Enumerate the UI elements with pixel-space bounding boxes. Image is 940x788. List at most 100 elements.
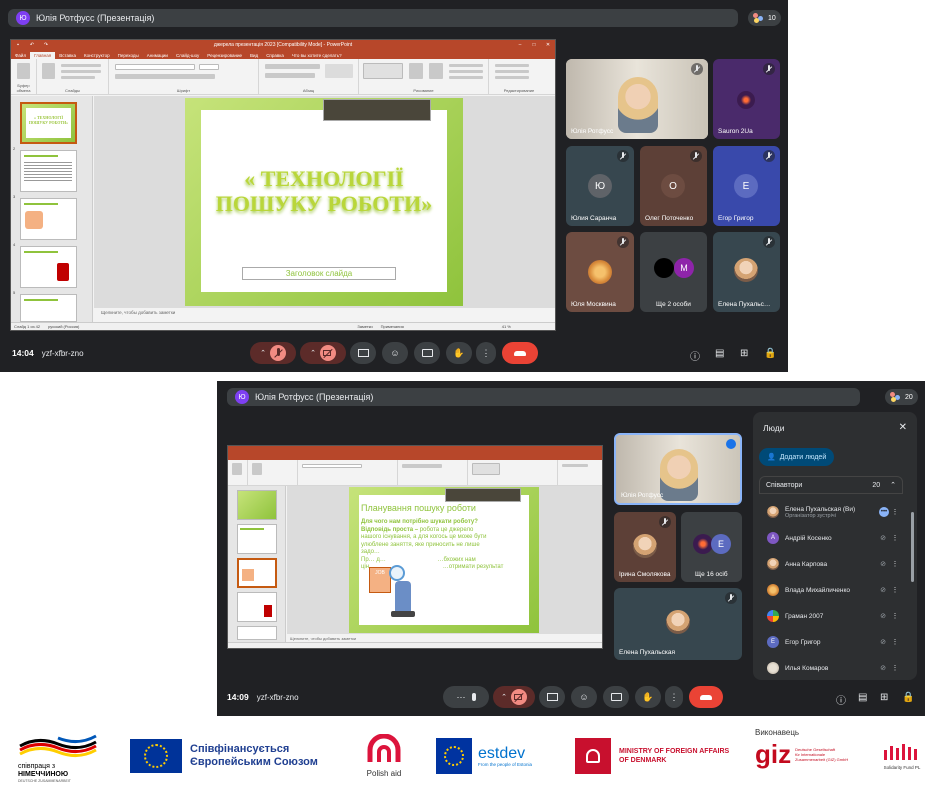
tab-home[interactable]: Главная [30,52,56,59]
captions-button[interactable] [603,686,629,708]
ribbon-group-clipboard[interactable]: Буфер обмена [11,59,37,94]
undo-icon[interactable]: ↶ [25,42,39,48]
presenter-bar[interactable]: Ю Юлія Ротфусс (Презентація) [8,9,738,27]
participant-count-chip[interactable]: 20 [885,389,918,405]
current-slide[interactable]: « ТЕХНОЛОГІЇ ПОШУКУ РОБОТИ» Заголовок сл… [185,98,463,306]
slide-thumb-5[interactable] [20,294,77,322]
slide-thumb-3[interactable] [20,198,77,240]
notes-pane[interactable]: Щелкните, чтобы добавить заметки [290,636,356,641]
slide-thumb-4[interactable] [20,246,77,288]
leave-call-button[interactable] [502,342,538,364]
slide-thumb-5[interactable] [237,626,277,640]
captions-button[interactable] [414,342,440,364]
tab-transitions[interactable]: Переходы [114,52,143,59]
ribbon-group-slides[interactable]: Слайды [37,59,109,94]
tab-review[interactable]: Рецензирование [203,52,246,59]
slide-editor[interactable]: « ТЕХНОЛОГІЇ ПОШУКУ РОБОТИ» Заголовок сл… [94,96,555,308]
activities-icon[interactable]: ⊞ [880,692,892,704]
ribbon-group-drawing[interactable]: Рисование [359,59,489,94]
tile-oleg[interactable]: О Олег Поточенко [640,146,707,226]
chat-icon[interactable]: ▤ [858,692,870,704]
tile-yulia-moskvina[interactable]: Юля Москвина [566,232,634,312]
more-vert-icon[interactable]: ⋮ [889,586,901,594]
info-icon[interactable]: ⓘ [690,348,702,363]
close-icon[interactable]: ✕ [541,42,555,48]
slide-thumb-2[interactable] [237,524,277,554]
emoji-button[interactable]: ☺ [571,686,597,708]
tile-iryna[interactable]: Ірина Смолякова [614,512,676,582]
slide-thumbnails[interactable] [228,486,286,642]
slide-thumbnails[interactable]: 1 « ТЕХНОЛОГІЇ ПОШУКУ РОБОТИ» 2 3 4 5 [11,96,93,324]
notes-pane[interactable]: Щелкните, чтобы добавить заметки [101,310,175,315]
emoji-button[interactable]: ☺ [382,342,408,364]
present-button[interactable] [539,686,565,708]
comments-button[interactable]: Примечания [381,324,404,329]
presenter-bar[interactable]: Ю Юлія Ротфусс (Презентація) [227,388,860,406]
tell-me-search[interactable]: Что вы хотите сделать? [288,52,346,59]
tab-view[interactable]: Вид [246,52,262,59]
tab-design[interactable]: Конструктор [80,52,114,59]
notes-button[interactable]: Заметки [357,324,372,329]
info-icon[interactable]: ⓘ [836,692,848,707]
more-vert-icon[interactable]: ⋮ [889,508,901,516]
tile-sauron[interactable]: Sauron 2Ua [713,59,780,139]
tile-yulia-rotfuss[interactable]: Юлія Ротфусс [614,433,742,505]
tab-animations[interactable]: Анимации [143,52,172,59]
contributors-section-header[interactable]: Співавтори 20 ⌃ [759,476,903,494]
redo-icon[interactable]: ↷ [39,42,53,48]
add-people-button[interactable]: 👤 Додати людей [759,448,835,466]
slide-thumb-4[interactable] [237,592,277,622]
more-vert-icon[interactable]: ⋮ [889,612,901,620]
tab-help[interactable]: Справка [262,52,288,59]
activities-icon[interactable]: ⊞ [740,348,752,360]
tile-yulia-sarancha[interactable]: Ю Юлия Саранча [566,146,634,226]
slide-thumb-3[interactable] [237,558,277,588]
mic-toggle-button[interactable]: ⋯ [443,686,489,708]
ribbon-group-font[interactable]: Шрифт [109,59,259,94]
close-icon[interactable]: ✕ [899,422,907,433]
participant-row[interactable]: Илья Комаров ⊘ ⋮ [759,656,903,680]
tab-insert[interactable]: Вставка [55,52,80,59]
current-slide[interactable]: Планування пошуку роботи Для чого нам по… [349,487,539,633]
save-icon[interactable]: ▪ [11,42,25,48]
leave-call-button[interactable] [689,686,723,708]
tile-more-people[interactable]: Е Ще 16 осіб [681,512,742,582]
more-vert-icon[interactable]: ⋮ [889,534,901,542]
present-button[interactable] [350,342,376,364]
participant-row[interactable]: Анна Карпова ⊘ ⋮ [759,552,903,576]
participant-row[interactable]: Влада Михайличенко ⊘ ⋮ [759,578,903,602]
mic-toggle-button[interactable]: ⌃ [250,342,296,364]
participant-row[interactable]: А Андрій Косенко ⊘ ⋮ [759,526,903,550]
ribbon-group-editing[interactable]: Редактирование [489,59,549,94]
more-vert-icon[interactable]: ⋮ [889,560,901,568]
participant-row[interactable]: Елена Пухальская (Ви) Організатор зустріч… [759,500,903,524]
more-vert-icon[interactable]: ⋮ [889,664,901,672]
slide-thumb-1[interactable] [237,490,277,520]
slide-thumb-1[interactable]: 1 « ТЕХНОЛОГІЇ ПОШУКУ РОБОТИ» [20,102,77,144]
minimize-icon[interactable]: – [513,42,527,48]
participant-row[interactable]: Граман 2007 ⊘ ⋮ [759,604,903,628]
chat-icon[interactable]: ▤ [715,348,727,360]
participant-row[interactable]: Е Егор Григор ⊘ ⋮ [759,630,903,654]
tile-elena[interactable]: Елена Пухальс… [713,232,780,312]
zoom-level[interactable]: 41 % [502,324,511,329]
camera-toggle-button[interactable]: ⌃ [300,342,346,364]
maximize-icon[interactable]: □ [527,42,541,48]
slide-thumb-2[interactable] [20,150,77,192]
camera-toggle-button[interactable]: ⌃ [493,686,535,708]
more-vert-icon[interactable]: ⋮ [889,638,901,646]
tile-egor[interactable]: Е Егор Григор [713,146,780,226]
participant-count-chip[interactable]: 10 [748,10,781,26]
tab-file[interactable]: Файл [11,52,30,59]
more-options-button[interactable]: ⋮ [476,342,496,364]
raise-hand-button[interactable]: ✋ [635,686,661,708]
ribbon-group-paragraph[interactable]: Абзац [259,59,359,94]
more-options-button[interactable]: ⋮ [665,686,683,708]
raise-hand-button[interactable]: ✋ [446,342,472,364]
tab-slideshow[interactable]: Слайд-шоу [172,52,203,59]
host-controls-icon[interactable]: 🔒 [764,348,776,360]
slide-editor[interactable]: Планування пошуку роботи Для чого нам по… [287,486,602,634]
host-controls-icon[interactable]: 🔒 [902,692,914,704]
tile-elena[interactable]: Елена Пухальская [614,588,742,660]
tile-yulia-rotfuss[interactable]: Юлія Ротфусс [566,59,708,139]
